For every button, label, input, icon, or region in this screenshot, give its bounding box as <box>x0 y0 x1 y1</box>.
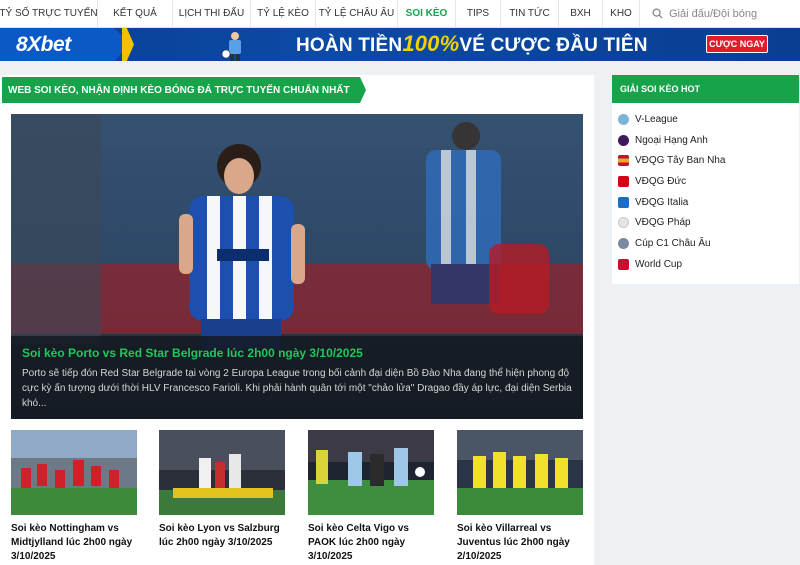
bundesliga-icon <box>618 175 629 187</box>
article-card[interactable]: Soi kèo Celta Vigo vs PAOK lúc 2h00 ngày… <box>308 430 434 564</box>
sidebar-title: Giải soi kèo hot <box>612 75 799 103</box>
nav-search <box>640 0 800 27</box>
league-label: Ngoại Hạng Anh <box>635 134 708 146</box>
hero-description: Porto sẽ tiếp đón Red Star Belgrade tại … <box>22 368 572 409</box>
banner-headline: HOÀN TIỀN100%VÉ CƯỢC ĐẦU TIÊN <box>296 31 648 56</box>
laliga-icon <box>618 155 629 167</box>
nav-item-archive[interactable]: Kho <box>603 0 640 27</box>
sidebar-item-ligue1[interactable]: VĐQG Pháp <box>618 212 793 233</box>
nav-item-european-odds[interactable]: Tỷ lệ châu Âu <box>316 0 398 27</box>
article-title[interactable]: Soi kèo Nottingham vs Midtjylland lúc 2h… <box>11 522 137 564</box>
nav-item-tips[interactable]: Tips <box>456 0 501 27</box>
league-label: V-League <box>635 113 678 125</box>
section-title: Web soi kèo, nhận định kèo bóng đá trực … <box>2 77 366 103</box>
brand-logo[interactable]: 8Xbet <box>0 28 130 61</box>
article-title[interactable]: Soi kèo Lyon vs Salzburg lúc 2h00 ngày 3… <box>159 522 285 550</box>
article-card[interactable]: Soi kèo Nottingham vs Midtjylland lúc 2h… <box>11 430 137 564</box>
nav-item-standings[interactable]: BXH <box>559 0 603 27</box>
league-label: World Cup <box>635 258 683 270</box>
article-card[interactable]: Soi kèo Lyon vs Salzburg lúc 2h00 ngày 3… <box>159 430 285 550</box>
champions-league-icon <box>618 237 629 249</box>
bet-now-button[interactable]: CƯỢC NGAY <box>706 35 768 53</box>
top-navigation: Tỷ số trực tuyến Kết quả Lịch thi đấu Tỷ… <box>0 0 800 28</box>
sidebar-item-vleague[interactable]: V-League <box>618 109 793 130</box>
sidebar-item-bundesliga[interactable]: VĐQG Đức <box>618 171 793 192</box>
article-thumbnail[interactable] <box>308 430 434 515</box>
nav-item-news[interactable]: Tin tức <box>501 0 559 27</box>
serie-a-icon <box>618 196 629 208</box>
premier-league-icon <box>618 134 629 146</box>
sidebar: Giải soi kèo hot V-League Ngoại Hạng Anh… <box>612 75 799 284</box>
league-label: Cúp C1 Châu Âu <box>635 237 711 249</box>
article-thumbnail[interactable] <box>11 430 137 515</box>
article-title[interactable]: Soi kèo Celta Vigo vs PAOK lúc 2h00 ngày… <box>308 522 434 564</box>
main-content: Web soi kèo, nhận định kèo bóng đá trực … <box>0 75 594 565</box>
nav-item-fixtures[interactable]: Lịch thi đấu <box>173 0 251 27</box>
nav-item-predictions[interactable]: Soi kèo <box>398 0 456 27</box>
article-thumbnail[interactable] <box>159 430 285 515</box>
hero-caption: Soi kèo Porto vs Red Star Belgrade lúc 2… <box>11 336 583 419</box>
world-cup-icon <box>618 258 629 270</box>
ligue1-icon <box>618 217 629 229</box>
logo-stripe <box>122 28 134 61</box>
article-cards: Soi kèo Nottingham vs Midtjylland lúc 2h… <box>11 430 583 565</box>
hero-article[interactable]: Soi kèo Porto vs Red Star Belgrade lúc 2… <box>11 114 583 419</box>
nav-item-live-scores[interactable]: Tỷ số trực tuyến <box>0 0 98 27</box>
sidebar-item-laliga[interactable]: VĐQG Tây Ban Nha <box>618 150 793 171</box>
search-icon[interactable] <box>652 8 663 19</box>
promo-banner[interactable]: 8Xbet HOÀN TIỀN100%VÉ CƯỢC ĐẦU TIÊN CƯỢC… <box>0 28 800 61</box>
nav-item-odds[interactable]: Tỷ lệ kèo <box>251 0 316 27</box>
vleague-icon <box>618 113 629 125</box>
league-label: VĐQG Tây Ban Nha <box>635 155 726 167</box>
nav-item-results[interactable]: Kết quả <box>98 0 173 27</box>
hero-title-link[interactable]: Soi kèo Porto vs Red Star Belgrade lúc 2… <box>22 346 572 360</box>
sidebar-item-serie-a[interactable]: VĐQG Italia <box>618 192 793 213</box>
sidebar-item-world-cup[interactable]: World Cup <box>618 254 793 275</box>
article-thumbnail[interactable] <box>457 430 583 515</box>
league-label: VĐQG Đức <box>635 175 687 187</box>
league-label: VĐQG Italia <box>635 196 689 208</box>
league-label: VĐQG Pháp <box>635 217 691 229</box>
sidebar-item-champions-league[interactable]: Cúp C1 Châu Âu <box>618 233 793 254</box>
player-figure-icon <box>221 32 241 61</box>
article-title[interactable]: Soi kèo Villarreal vs Juventus lúc 2h00 … <box>457 522 583 564</box>
article-card[interactable]: Soi kèo Villarreal vs Juventus lúc 2h00 … <box>457 430 583 564</box>
league-list: V-League Ngoại Hạng Anh VĐQG Tây Ban Nha… <box>618 109 793 275</box>
search-input[interactable] <box>669 7 789 20</box>
sidebar-item-premier-league[interactable]: Ngoại Hạng Anh <box>618 130 793 151</box>
